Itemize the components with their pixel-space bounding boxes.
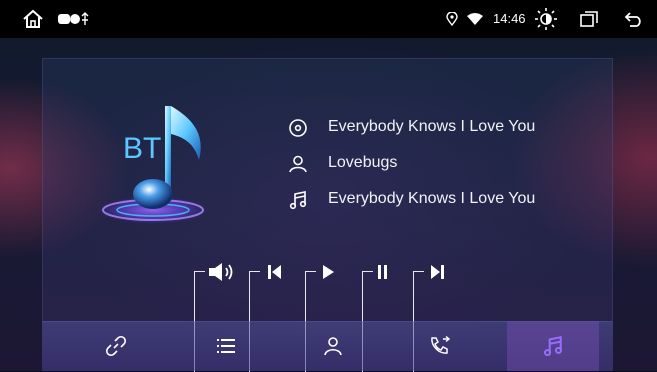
pause-icon[interactable] (376, 261, 390, 283)
bluetooth-music-art-icon: BT (97, 106, 209, 224)
wifi-icon (467, 13, 483, 25)
status-bar: 14:46 (0, 0, 657, 38)
notification-icons (58, 12, 89, 25)
artist-icon (289, 155, 307, 173)
playlist-icon (217, 339, 235, 353)
link-icon (105, 335, 127, 357)
nav-link[interactable] (70, 321, 162, 371)
album-row: Everybody Knows I Love You (288, 118, 535, 138)
next-icon[interactable] (430, 261, 446, 283)
previous-icon[interactable] (266, 261, 282, 283)
bottom-nav (42, 321, 613, 371)
play-icon[interactable] (321, 261, 335, 283)
recents-icon[interactable] (580, 11, 598, 27)
artist-row: Lovebugs (288, 154, 397, 174)
music-icon (543, 335, 563, 357)
call-log-icon (431, 336, 451, 354)
song-icon (289, 191, 307, 210)
nav-playlist[interactable] (180, 321, 272, 371)
location-icon (446, 12, 458, 26)
nav-call-log[interactable] (394, 321, 486, 371)
nav-music[interactable] (507, 321, 599, 371)
album-icon (289, 119, 307, 137)
back-icon[interactable] (624, 11, 644, 27)
album-name: Everybody Knows I Love You (328, 118, 536, 135)
home-icon[interactable] (22, 9, 44, 29)
bt-label: BT (123, 132, 161, 165)
status-time: 14:46 (493, 11, 526, 26)
artist-name: Lovebugs (328, 154, 398, 171)
contacts-icon (324, 337, 342, 356)
song-title: Everybody Knows I Love You (328, 190, 536, 207)
nav-contacts[interactable] (287, 321, 379, 371)
brightness-icon[interactable] (534, 7, 558, 31)
song-row: Everybody Knows I Love You (288, 190, 535, 210)
volume-icon[interactable] (207, 261, 235, 283)
